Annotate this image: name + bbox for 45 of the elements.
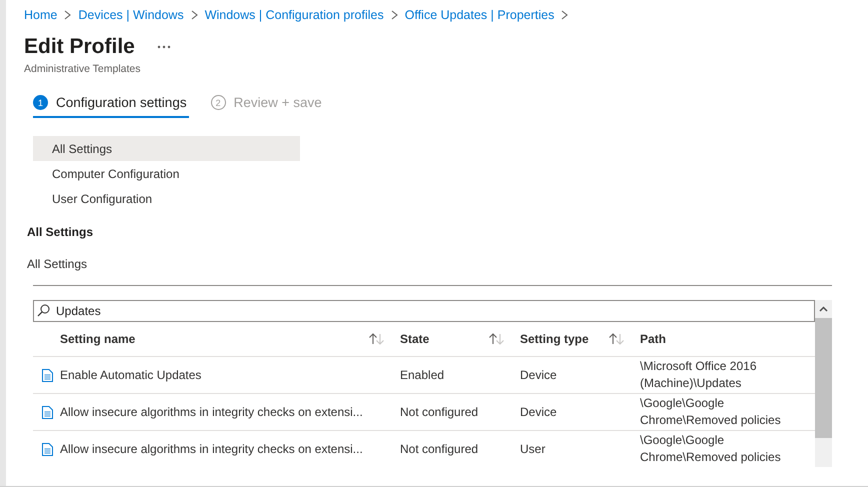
scroll-up-icon[interactable] xyxy=(819,306,828,312)
step-number: 1 xyxy=(33,95,48,110)
breadcrumb-link[interactable]: Devices | Windows xyxy=(78,8,184,22)
section-path: All Settings xyxy=(27,257,88,271)
breadcrumb-link[interactable]: Windows | Configuration profiles xyxy=(204,8,384,22)
section-heading: All Settings xyxy=(27,225,94,239)
page-title: Edit Profile xyxy=(24,35,135,59)
setting-name-cell[interactable]: Enable Automatic Updates xyxy=(60,368,400,382)
search-icon xyxy=(37,304,50,317)
document-icon xyxy=(42,368,53,382)
scrollbar[interactable] xyxy=(815,300,832,467)
setting-type-cell-text: Device xyxy=(520,368,558,382)
document-icon xyxy=(42,442,53,456)
column-header[interactable]: Setting name xyxy=(60,332,136,346)
state-cell-text: Not configured xyxy=(400,442,480,456)
setting-type-cell-text: User xyxy=(520,442,546,456)
page-subtitle: Administrative Templates xyxy=(24,63,142,75)
state-cell-text: Enabled xyxy=(400,368,446,382)
setting-name-cell[interactable]: Allow insecure algorithms in integrity checks on extensi... xyxy=(60,442,400,456)
breadcrumb-link[interactable]: Office Updates | Properties xyxy=(404,8,554,22)
category-item[interactable]: User Configuration xyxy=(33,186,300,211)
column-header[interactable]: Path xyxy=(640,332,666,346)
chevron-icon xyxy=(390,10,398,20)
chevron-icon xyxy=(64,10,72,20)
sort-icon[interactable] xyxy=(608,333,626,345)
column-header[interactable]: State xyxy=(400,332,430,346)
category-item[interactable]: Computer Configuration xyxy=(33,161,300,186)
path-cell-text: \Microsoft Office 2016 (Machine)\Updates xyxy=(640,358,758,392)
more-icon[interactable] xyxy=(156,45,171,49)
chevron-icon xyxy=(190,10,198,20)
path-cell-text: \Google\Google Chrome\Removed policies xyxy=(640,395,782,429)
path-cell-text: \Google\Google Chrome\Removed policies xyxy=(640,432,782,466)
category-item[interactable]: All Settings xyxy=(33,136,300,161)
state-cell-text: Not configured xyxy=(400,405,480,419)
setting-type-cell-text: Device xyxy=(520,405,558,419)
search-field[interactable]: Updates xyxy=(33,300,815,322)
breadcrumb-link[interactable]: Home xyxy=(24,8,58,22)
column-header[interactable]: Setting type xyxy=(520,332,589,346)
sort-icon[interactable] xyxy=(368,333,386,345)
chevron-icon xyxy=(561,10,568,20)
sort-icon[interactable] xyxy=(488,333,506,345)
setting-name-cell[interactable]: Allow insecure algorithms in integrity checks on extensi... xyxy=(60,405,400,419)
step-number: 2 xyxy=(210,95,226,110)
wizard-step-tab[interactable]: 1 Configuration settings xyxy=(33,95,189,118)
document-icon xyxy=(42,406,53,418)
